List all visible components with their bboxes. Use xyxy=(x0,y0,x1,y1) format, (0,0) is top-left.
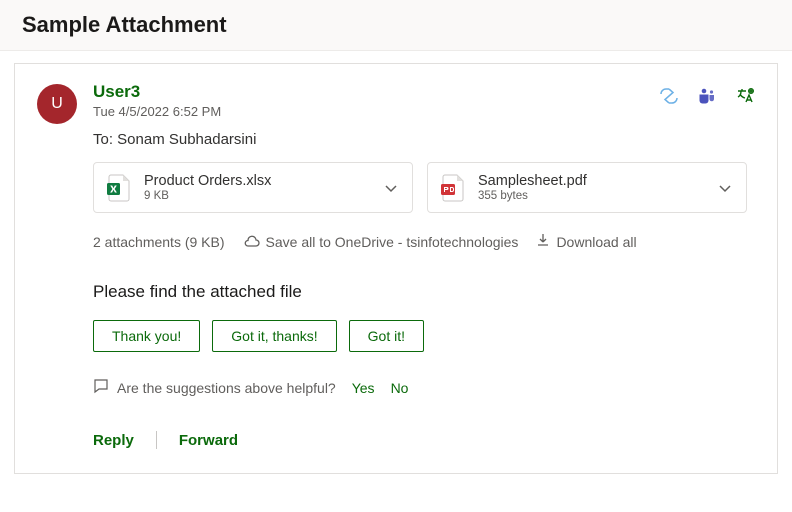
attachment-card-pdf[interactable]: Samplesheet.pdf 355 bytes xyxy=(427,162,747,213)
attachment-size: 9 KB xyxy=(144,190,370,202)
quick-reply-thank-you[interactable]: Thank you! xyxy=(93,320,200,352)
attachment-info: Product Orders.xlsx 9 KB xyxy=(144,173,370,202)
message-body: Product Orders.xlsx 9 KB Samplesheet.pdf… xyxy=(93,162,755,449)
quick-reply-got-it[interactable]: Got it! xyxy=(349,320,424,352)
attachment-summary-row: 2 attachments (9 KB) Save all to OneDriv… xyxy=(93,233,755,250)
action-divider xyxy=(156,431,157,449)
download-all-button[interactable]: Download all xyxy=(536,233,636,250)
chevron-down-icon[interactable] xyxy=(716,179,734,197)
feedback-row: Are the suggestions above helpful? Yes N… xyxy=(93,378,755,397)
attachment-name: Samplesheet.pdf xyxy=(478,173,704,189)
message-meta: User3 Tue 4/5/2022 6:52 PM To: Sonam Sub… xyxy=(93,82,659,148)
download-all-label: Download all xyxy=(556,234,636,250)
download-icon xyxy=(536,233,550,250)
save-all-label: Save all to OneDrive - tsinfotechnologie… xyxy=(266,234,519,250)
page-title: Sample Attachment xyxy=(22,12,770,38)
feedback-no[interactable]: No xyxy=(391,380,409,396)
avatar[interactable]: U xyxy=(37,84,77,124)
cloud-icon xyxy=(243,234,260,250)
message-header-row: U User3 Tue 4/5/2022 6:52 PM To: Sonam S… xyxy=(37,82,755,148)
feedback-icon xyxy=(93,378,109,397)
feedback-yes[interactable]: Yes xyxy=(352,380,375,396)
teams-icon[interactable] xyxy=(697,86,717,106)
message-card: U User3 Tue 4/5/2022 6:52 PM To: Sonam S… xyxy=(14,63,778,474)
attachment-count-text: 2 attachments (9 KB) xyxy=(93,234,225,250)
timestamp: Tue 4/5/2022 6:52 PM xyxy=(93,104,659,119)
to-line: To: Sonam Subhadarsini xyxy=(93,131,659,148)
reply-button[interactable]: Reply xyxy=(93,432,134,449)
quick-replies-row: Thank you! Got it, thanks! Got it! xyxy=(93,320,755,352)
save-all-onedrive-button[interactable]: Save all to OneDrive - tsinfotechnologie… xyxy=(243,234,519,250)
attachment-name: Product Orders.xlsx xyxy=(144,173,370,189)
attachments-row: Product Orders.xlsx 9 KB Samplesheet.pdf… xyxy=(93,162,755,213)
forward-button[interactable]: Forward xyxy=(179,432,238,449)
chevron-down-icon[interactable] xyxy=(382,179,400,197)
feedback-prompt: Are the suggestions above helpful? xyxy=(117,380,336,396)
page-header: Sample Attachment xyxy=(0,0,792,51)
quick-reply-got-it-thanks[interactable]: Got it, thanks! xyxy=(212,320,336,352)
attachment-size: 355 bytes xyxy=(478,190,704,202)
loop-components-icon[interactable] xyxy=(659,86,679,106)
attachment-info: Samplesheet.pdf 355 bytes xyxy=(478,173,704,202)
message-body-text: Please find the attached file xyxy=(93,282,755,302)
excel-file-icon xyxy=(106,174,132,202)
attachment-card-xlsx[interactable]: Product Orders.xlsx 9 KB xyxy=(93,162,413,213)
header-action-icons xyxy=(659,86,755,106)
translate-icon[interactable] xyxy=(735,86,755,106)
pdf-file-icon xyxy=(440,174,466,202)
sender-name[interactable]: User3 xyxy=(93,82,659,102)
message-actions-row: Reply Forward xyxy=(93,431,755,449)
